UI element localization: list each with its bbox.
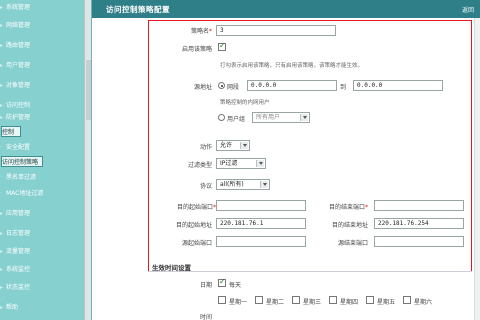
dst-start-addr-input[interactable]: 220.181.76.1 [216, 218, 306, 229]
day-checkbox[interactable] [403, 296, 411, 304]
day-checkbox[interactable] [255, 296, 263, 304]
src-to-label: 到 [340, 84, 347, 91]
filter-type-label: 过滤类型 [187, 162, 212, 169]
src-start-input[interactable]: 0.0.0.0 [247, 80, 337, 91]
dst-port-start-input[interactable] [216, 200, 306, 211]
sidebar-scroll-thumb[interactable] [86, 60, 91, 120]
user-group-select[interactable]: 所有用户 [252, 112, 310, 123]
chevron-down-icon [260, 181, 268, 188]
sidebar-item-apps[interactable]: ▸ 应用管理 [0, 208, 30, 219]
main-scrollbar[interactable] [474, 18, 480, 320]
section-divider [148, 271, 472, 272]
sidebar-item-blacklist[interactable]: · 黑名单过滤 [0, 172, 36, 183]
src-end-input[interactable]: 0.0.0.0 [353, 80, 443, 91]
day-label: 星期一 [229, 299, 248, 306]
sidebar-item-objects[interactable]: ▸ 对象管理 [0, 80, 30, 91]
sidebar-item-control[interactable]: 控制 [1, 126, 21, 137]
src-range-label: 网段 [227, 84, 240, 91]
sidebar-item-security-config[interactable]: · 安全配置 [0, 142, 30, 153]
policy-name-label: 策略名* [190, 28, 212, 35]
day-label: 星期三 [303, 299, 322, 306]
sidebar-item-access-policy[interactable]: 访问控制策略 [1, 156, 43, 167]
dst-start-addr-label: 目的起始地址 [175, 222, 212, 229]
dst-port-end-input[interactable] [374, 200, 464, 211]
sidebar-item-status[interactable]: ▸ 状态监控 [0, 282, 30, 293]
user-group-label: 用户组 [227, 116, 246, 123]
day-label: 星期四 [340, 299, 359, 306]
day-checkbox[interactable] [329, 296, 337, 304]
policy-name-input[interactable]: 3 [216, 25, 336, 36]
filter-type-select[interactable]: IP过滤 [216, 158, 266, 169]
sidebar: ▸ 系统管理 ▸ 网络管理 ▸ 路由管理 ▸ 用户管理 ▸ 对象管理 ▸ 访问控制 ▸ 防护管… [0, 0, 92, 320]
day-checkbox[interactable] [218, 296, 226, 304]
src-range-radio[interactable] [218, 82, 225, 89]
sidebar-item-traffic[interactable]: ▸ 流量管理 [0, 246, 30, 257]
sidebar-item-logs[interactable]: ▸ 日志管理 [0, 228, 30, 239]
everyday-checkbox[interactable] [218, 277, 226, 287]
dst-end-addr-label: 目的结束地址 [331, 222, 368, 229]
sport-start-input[interactable] [216, 236, 306, 247]
sidebar-item-system[interactable]: ▸ 系统管理 [0, 2, 30, 13]
sidebar-item-network[interactable]: ▸ 网络管理 [0, 20, 30, 31]
header-bar: 访问控制策略配置 返回 [92, 0, 480, 18]
sidebar-item-monitor[interactable]: ▸ 系统监控 [0, 264, 30, 275]
sport-start-label: 源起始端口 [181, 240, 212, 247]
enable-label: 启用该策略 [181, 46, 212, 53]
day-label: 星期五 [377, 299, 396, 306]
action-select[interactable]: 允许 [216, 140, 250, 151]
time-label: 时间 [199, 314, 212, 320]
dst-port-start-label: 目的起始端口* [176, 204, 216, 211]
protocol-label: 协议 [199, 183, 212, 190]
dst-port-end-label: 目的结束端口* [328, 204, 368, 211]
sidebar-item-protect[interactable]: ▸ 防护管理 [0, 112, 30, 123]
src-hint: 策略控制的内网用户 [220, 100, 270, 106]
everyday-label: 每天 [229, 282, 242, 289]
chevron-down-icon [256, 160, 264, 167]
sport-end-input[interactable] [374, 236, 464, 247]
enable-hint: 打勾表示启用该策略，只有启用该策略，该策略才能生效。 [220, 63, 364, 69]
date-label: 日期 [199, 282, 212, 289]
day-label: 星期六 [414, 299, 433, 306]
sidebar-item-access[interactable]: ▸ 访问控制 [0, 100, 30, 111]
src-addr-label: 源地址 [193, 84, 212, 91]
sidebar-scrollbar[interactable] [84, 0, 91, 320]
day-checkbox[interactable] [292, 296, 300, 304]
user-group-radio[interactable] [218, 114, 225, 121]
dst-end-addr-input[interactable]: 220.181.76.254 [374, 218, 464, 229]
back-link[interactable]: 返回 [462, 5, 474, 14]
day-checkbox[interactable] [366, 296, 374, 304]
sidebar-item-routing[interactable]: ▸ 路由管理 [0, 40, 30, 51]
page-title: 访问控制策略配置 [106, 5, 170, 14]
enable-checkbox[interactable] [218, 41, 226, 51]
sidebar-item-help[interactable]: ▸ 帮助 [0, 302, 18, 313]
sidebar-item-mac-filter[interactable]: · MAC地址过滤 [0, 188, 43, 199]
main-form: 策略名* 3 启用该策略 打勾表示启用该策略，只有启用该策略，该策略才能生效。 … [92, 18, 480, 320]
protocol-select[interactable]: all(所有) [216, 179, 270, 190]
chevron-down-icon [240, 142, 248, 149]
day-label: 星期二 [266, 299, 285, 306]
sport-end-label: 源结束端口 [337, 240, 368, 247]
action-label: 动作 [199, 144, 212, 151]
sidebar-item-users[interactable]: ▸ 用户管理 [0, 60, 30, 71]
chevron-down-icon [300, 114, 308, 121]
